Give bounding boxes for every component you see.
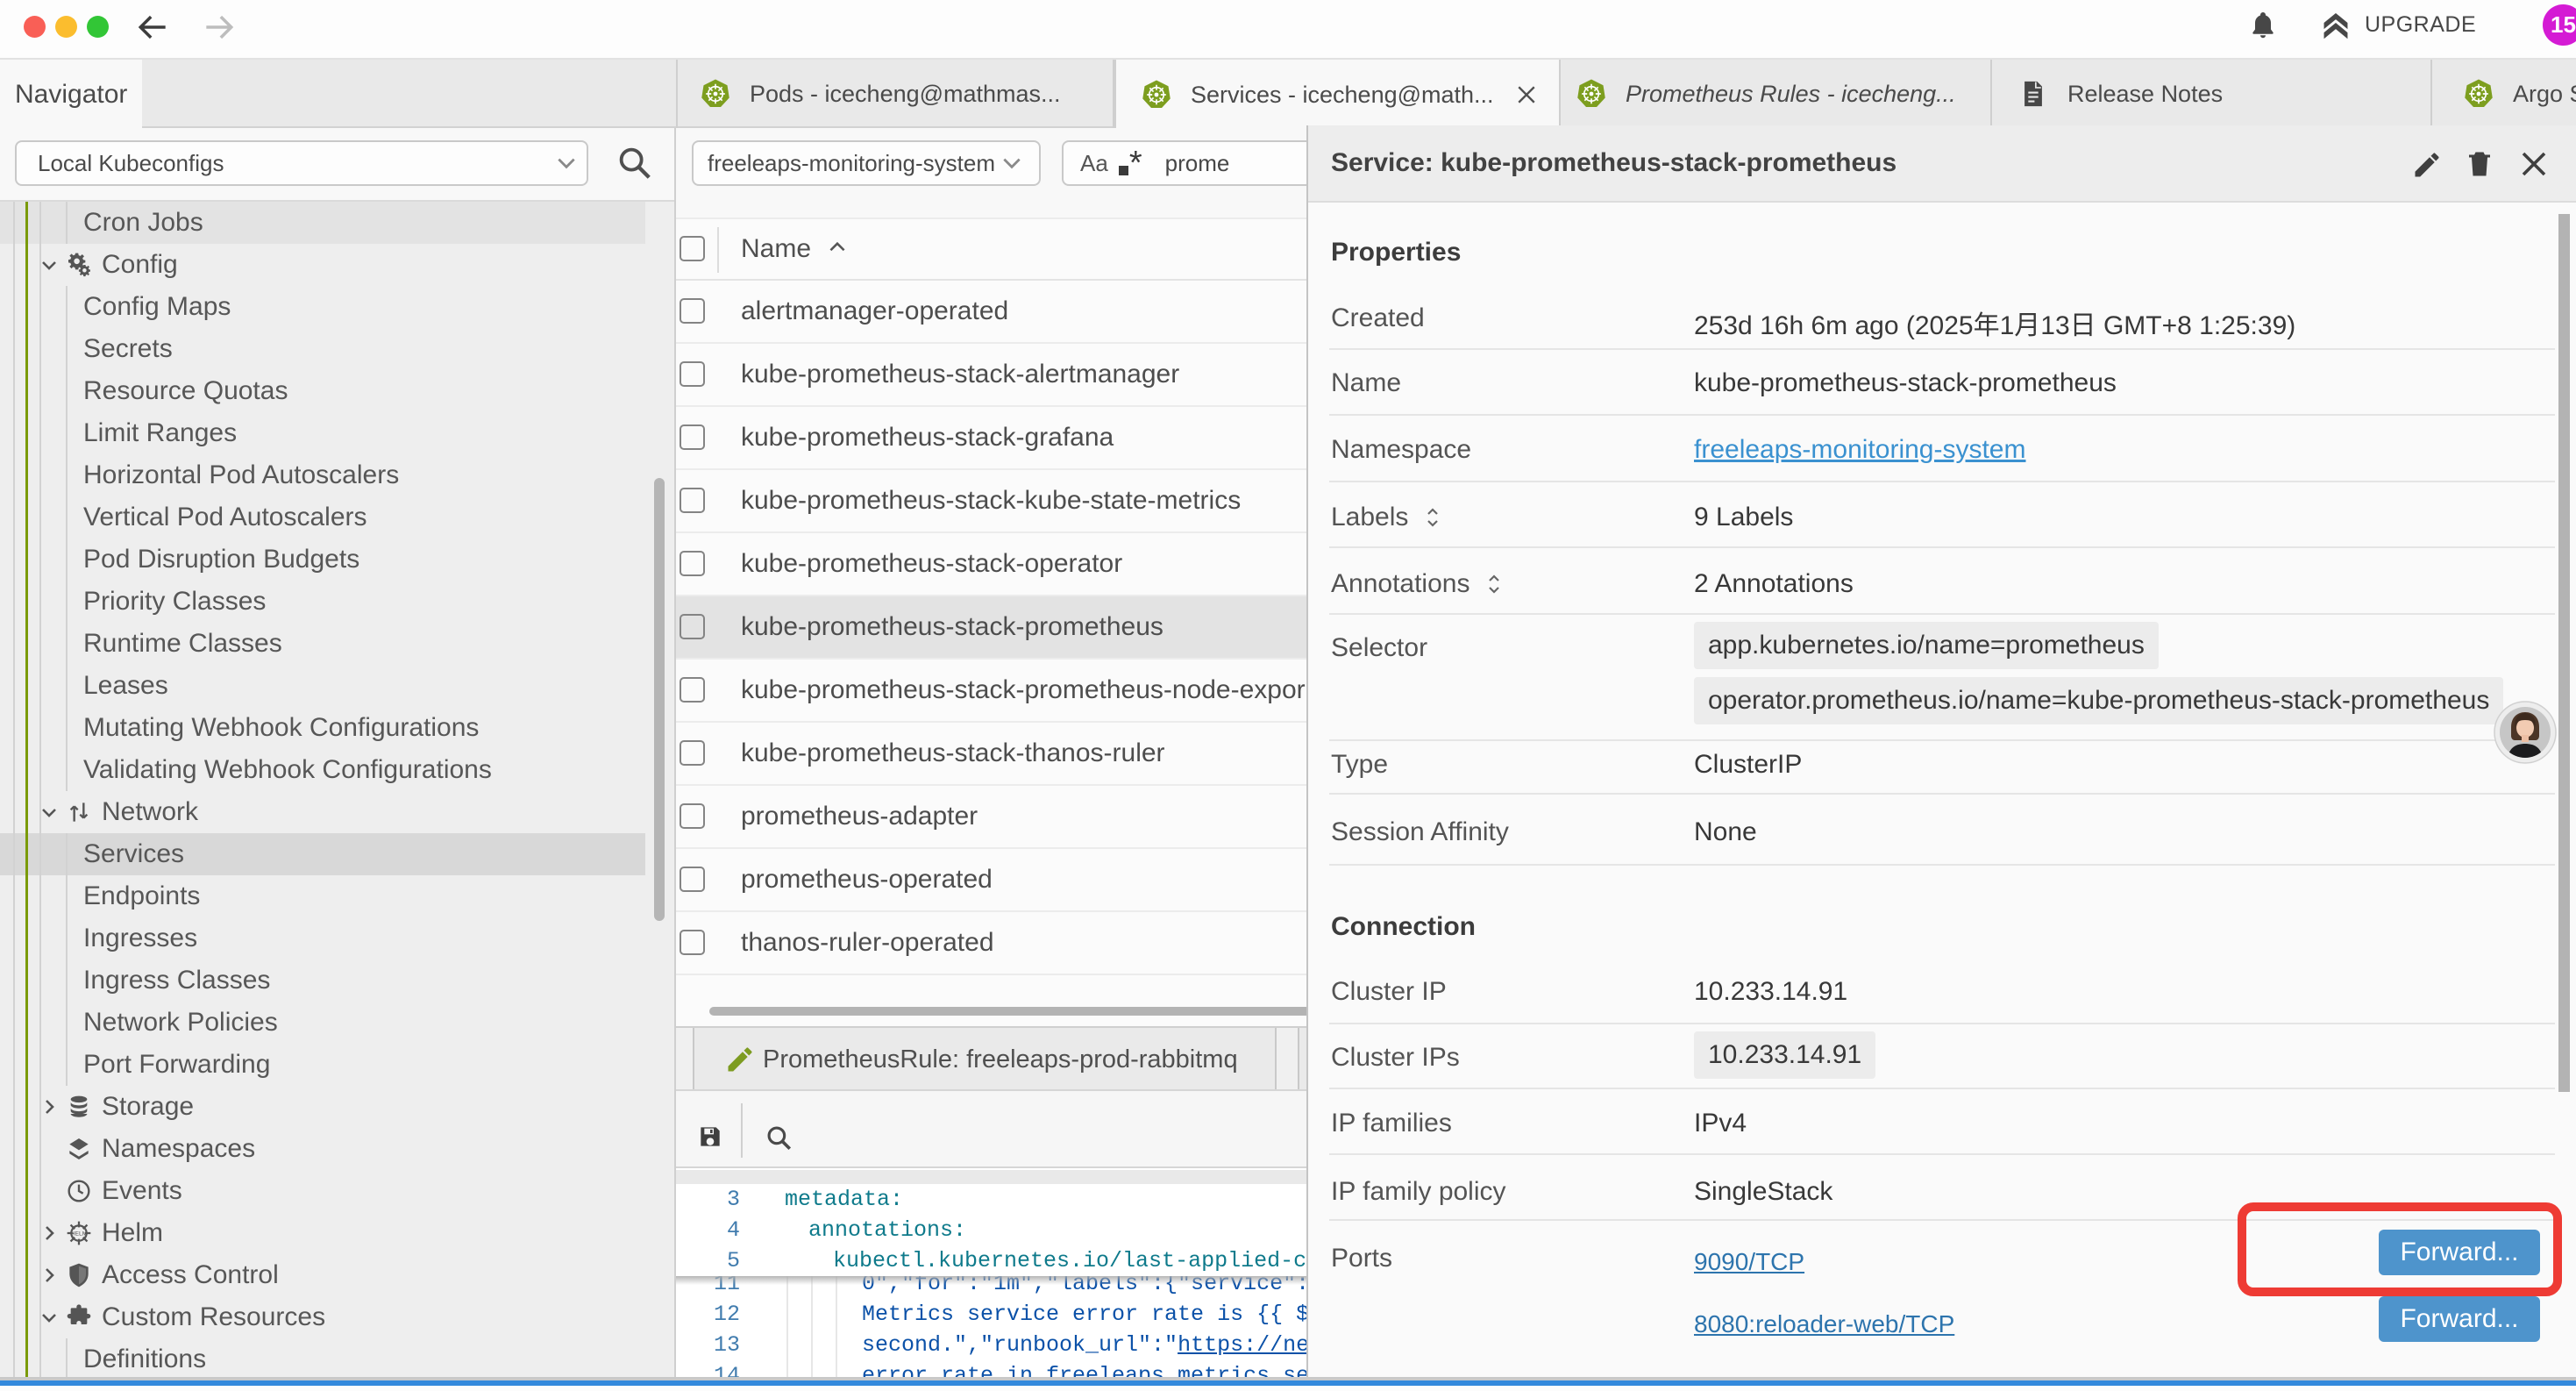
svg-text:HELM: HELM [71, 1231, 88, 1238]
